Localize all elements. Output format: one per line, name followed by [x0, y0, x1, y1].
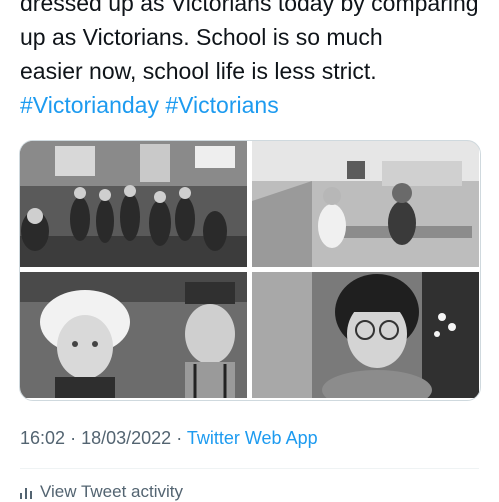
children-at-desks-photo[interactable]	[252, 141, 479, 267]
tweet-text-line-2: up as Victorians. School is so much	[20, 24, 383, 50]
view-tweet-activity-link[interactable]: View Tweet activity	[20, 482, 183, 502]
tweet-text: dressed up as Victorians today by compar…	[20, 0, 490, 122]
tweet-source-link[interactable]: Twitter Web App	[187, 428, 318, 448]
girl-in-bonnet-photo[interactable]	[20, 272, 247, 398]
tweet-meta: 16:02 · 18/03/2022 · Twitter Web App	[20, 428, 318, 449]
divider	[20, 468, 479, 469]
tweet-date: 18/03/2022	[81, 428, 172, 448]
view-tweet-activity-label: View Tweet activity	[40, 482, 183, 501]
hashtag-victorians[interactable]: #Victorians	[165, 92, 278, 118]
tweet-text-line-1: dressed up as Victorians today by compar…	[20, 0, 479, 16]
tweet-media-grid	[19, 140, 481, 401]
classroom-group-photo[interactable]	[20, 141, 247, 267]
meta-separator: ·	[70, 428, 77, 448]
tweet-time: 16:02	[20, 428, 66, 448]
bar-chart-icon	[20, 488, 32, 499]
tweet-text-line-3: easier now, school life is less strict.	[20, 58, 377, 84]
girl-with-glasses-photo[interactable]	[252, 272, 479, 398]
hashtag-victorianday[interactable]: #Victorianday	[20, 92, 159, 118]
meta-separator: ·	[176, 428, 183, 448]
tweet-timestamp-link[interactable]: 16:02 · 18/03/2022	[20, 428, 176, 448]
